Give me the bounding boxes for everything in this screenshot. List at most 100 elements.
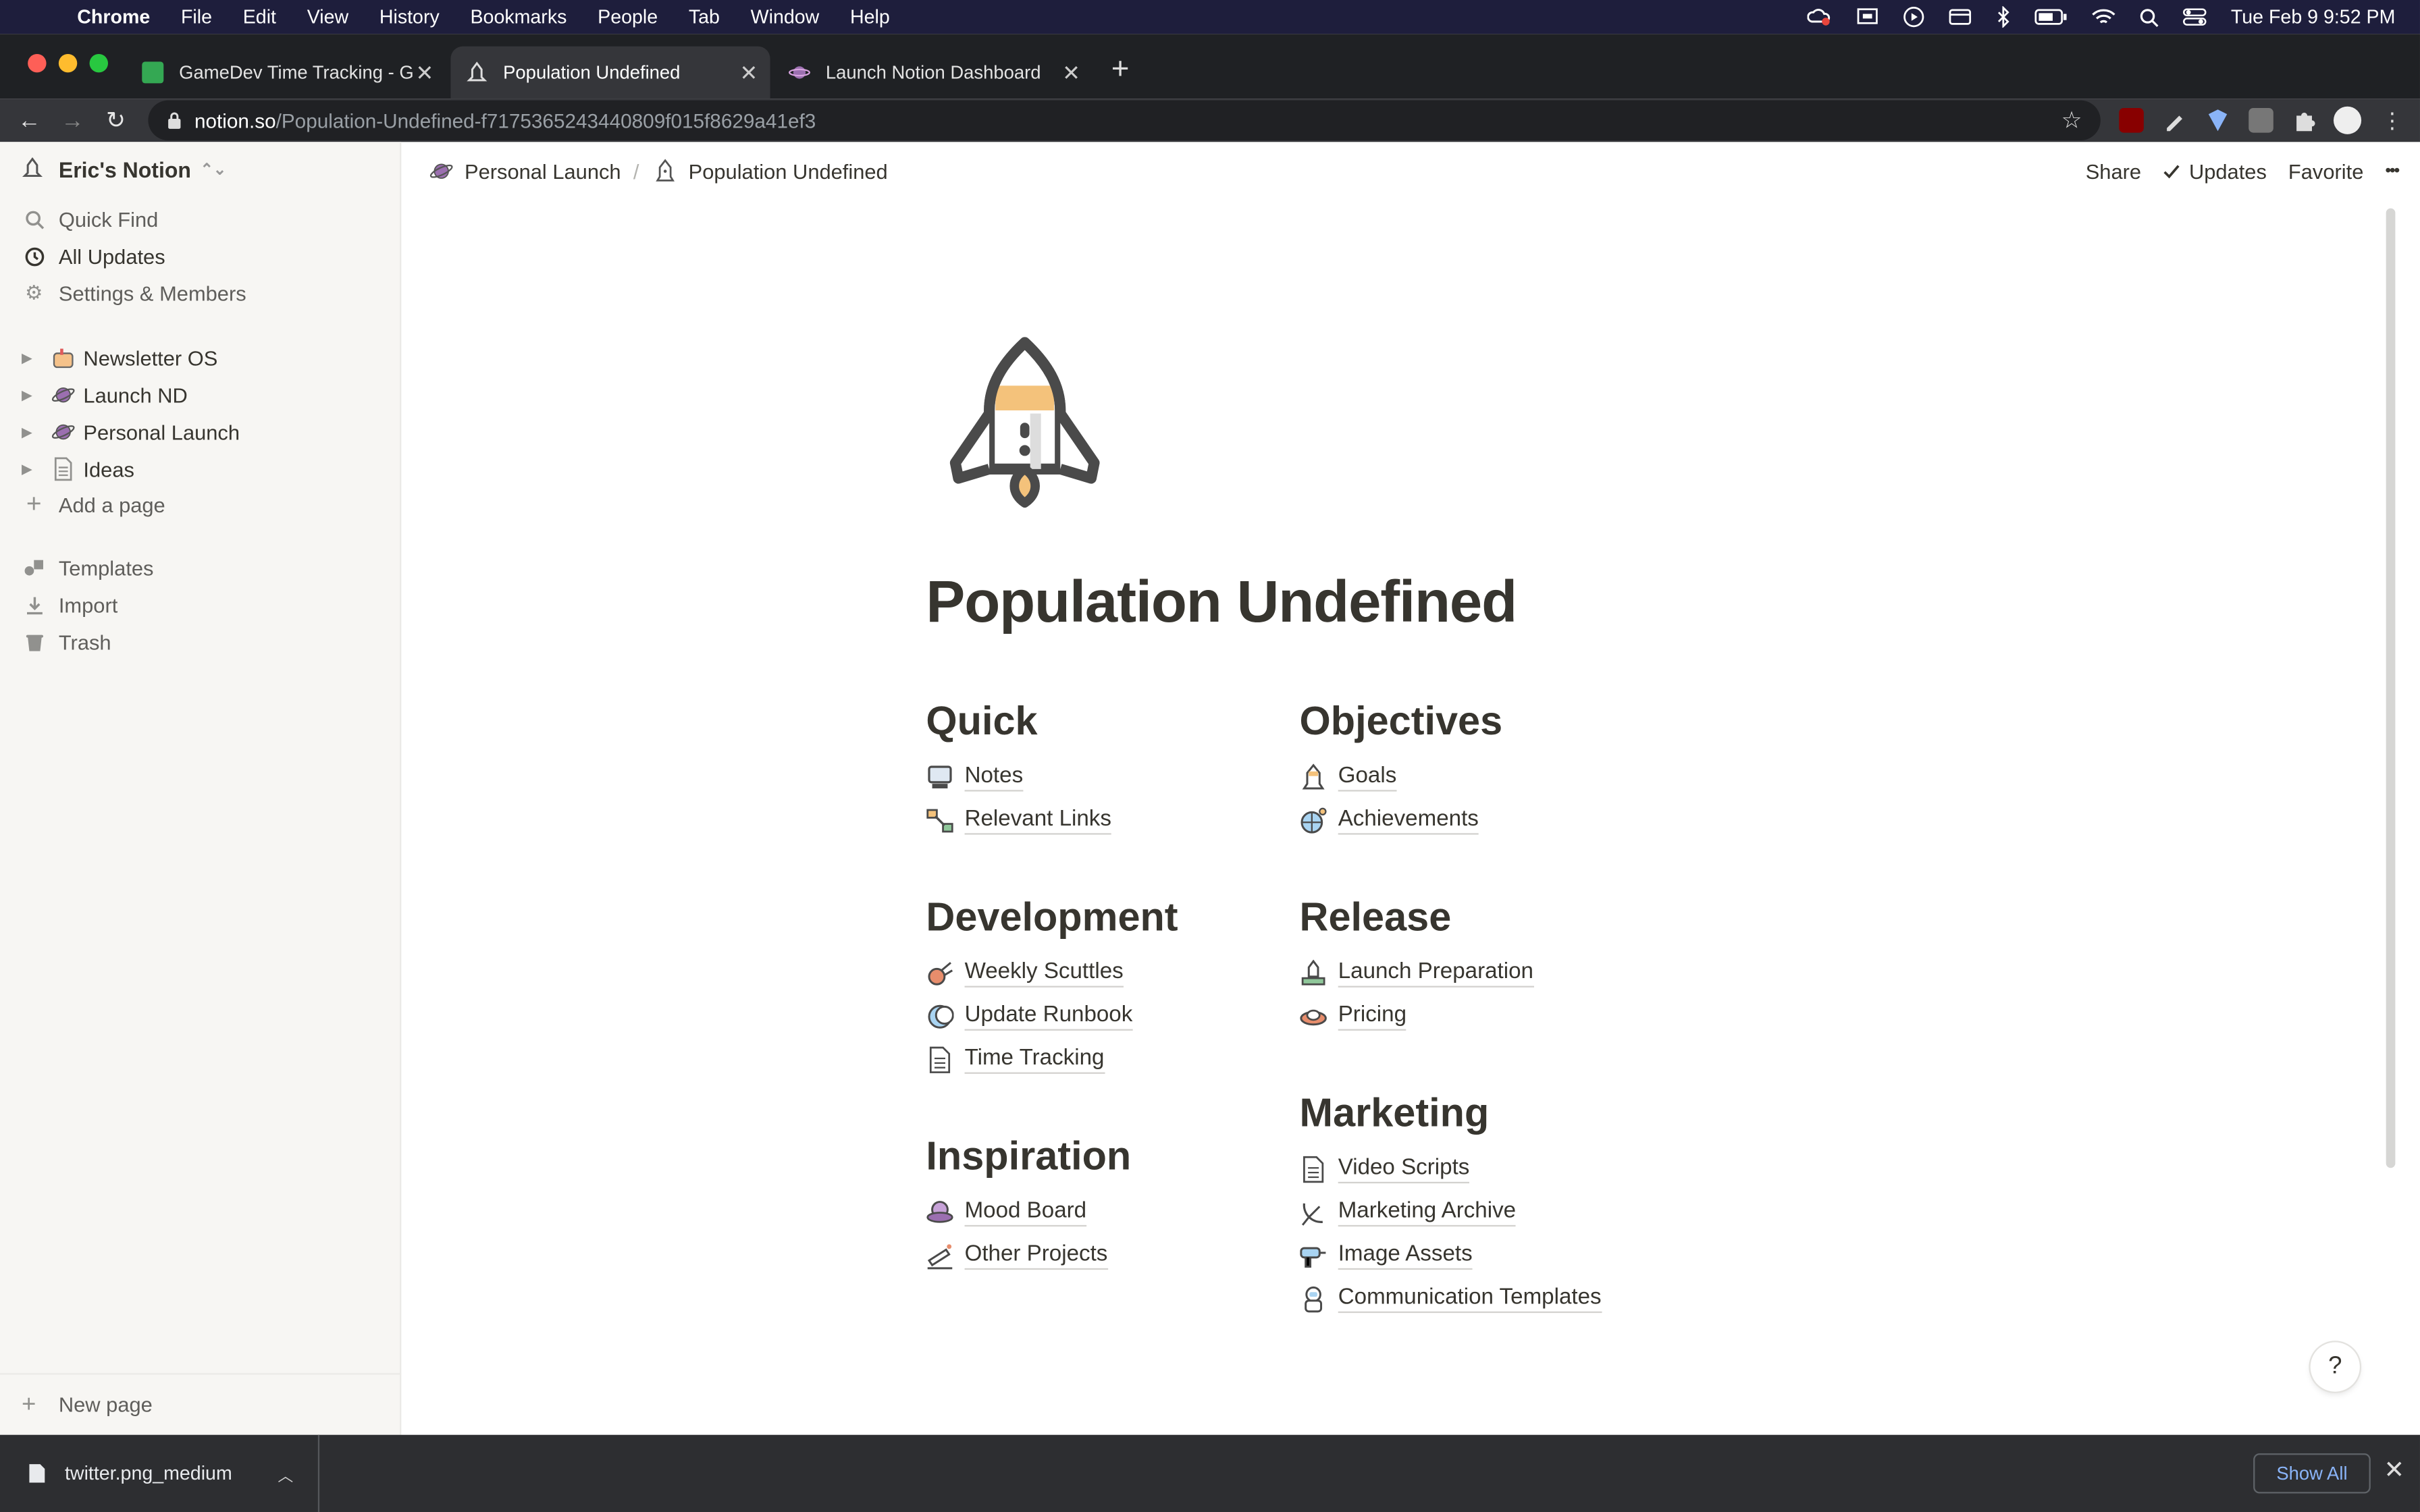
clock-icon (22, 244, 47, 269)
sidebar-item-quick-find[interactable]: Quick Find (22, 202, 158, 236)
plus-icon: + (26, 489, 42, 518)
lock-icon[interactable] (167, 111, 182, 130)
creative-cloud-icon[interactable] (1808, 7, 1833, 26)
sidebar-item-all-updates[interactable]: All Updates (22, 239, 165, 273)
download-item[interactable]: twitter.png_medium ︿ (0, 1434, 320, 1512)
breadcrumb-population-undefined[interactable]: Population Undefined (652, 157, 888, 185)
bookmark-star-icon[interactable]: ☆ (2061, 107, 2082, 134)
link-image-assets[interactable]: Image Assets (1300, 1237, 1473, 1274)
new-tab-button[interactable]: + (1111, 53, 1130, 88)
menu-help[interactable]: Help (850, 6, 890, 28)
sidebar-item-trash[interactable]: Trash (22, 625, 111, 659)
close-tab-icon[interactable]: ✕ (415, 59, 433, 86)
more-options-button[interactable]: ••• (2385, 162, 2400, 180)
spotlight-search-icon[interactable] (2140, 7, 2160, 27)
menu-app-name[interactable]: Chrome (77, 6, 150, 28)
planet-icon (427, 157, 455, 185)
menu-bookmarks[interactable]: Bookmarks (470, 6, 567, 28)
card-icon[interactable] (1949, 7, 1974, 26)
screen-mirror-icon[interactable] (1856, 7, 1880, 26)
menu-people[interactable]: People (598, 6, 658, 28)
link-goals[interactable]: Goals (1300, 759, 1397, 796)
chrome-menu-icon[interactable]: ⋮ (2382, 108, 2406, 133)
expand-triangle-icon[interactable]: ▶ (22, 460, 40, 477)
add-page-button[interactable]: + Add a page (22, 487, 165, 521)
address-bar[interactable]: notion.so /Population-Undefined-f7175365… (148, 100, 2101, 140)
show-all-button[interactable]: Show All (2253, 1453, 2371, 1494)
scrollbar[interactable] (2386, 208, 2396, 1168)
menubar-clock[interactable]: Tue Feb 9 9:52 PM (2231, 6, 2396, 28)
sidebar-page-newsletter-os[interactable]: ▶ Newsletter OS (22, 341, 217, 375)
sidebar-item-import[interactable]: Import (22, 588, 117, 622)
menu-tab[interactable]: Tab (689, 6, 720, 28)
expand-triangle-icon[interactable]: ▶ (22, 423, 40, 440)
minimize-window-button[interactable] (58, 53, 78, 73)
link-weekly-scuttles[interactable]: Weekly Scuttles (926, 955, 1124, 992)
close-tab-icon[interactable]: ✕ (739, 59, 758, 86)
shield-extension-icon[interactable] (2205, 108, 2230, 133)
help-button[interactable]: ? (2310, 1342, 2360, 1392)
favorite-button[interactable]: Favorite (2288, 160, 2363, 183)
menu-window[interactable]: Window (751, 6, 820, 28)
breadcrumb-personal-launch[interactable]: Personal Launch (427, 157, 621, 185)
zoom-window-button[interactable] (89, 53, 108, 73)
workspace-switcher[interactable]: Eric's Notion ⌃⌄ (22, 157, 226, 182)
back-icon[interactable]: ← (7, 107, 51, 134)
grey-extension-icon[interactable] (2248, 107, 2273, 133)
forward-icon[interactable]: → (51, 107, 94, 134)
play-icon[interactable] (1903, 6, 1925, 28)
updates-button[interactable]: Updates (2163, 160, 2267, 183)
expand-triangle-icon[interactable]: ▶ (22, 350, 40, 367)
sidebar-page-label: Launch ND (83, 383, 188, 407)
menu-file[interactable]: File (181, 6, 212, 28)
link-relevant-links[interactable]: Relevant Links (926, 803, 1111, 840)
link-marketing-archive[interactable]: Marketing Archive (1300, 1194, 1517, 1231)
tab-launch-notion-dashboard[interactable]: Launch Notion Dashboard ✕ (773, 47, 1093, 99)
sidebar-page-launch-nd[interactable]: ▶ Launch ND (22, 378, 188, 412)
link-notes[interactable]: Notes (926, 759, 1024, 796)
link-label: Communication Templates (1338, 1285, 1602, 1314)
link-time-tracking[interactable]: Time Tracking (926, 1042, 1105, 1079)
sidebar-item-label: Trash (58, 630, 111, 653)
link-launch-preparation[interactable]: Launch Preparation (1300, 955, 1534, 992)
sidebar-item-templates[interactable]: Templates (22, 551, 153, 585)
reload-icon[interactable]: ↻ (94, 107, 137, 134)
chevron-up-icon[interactable]: ︿ (278, 1462, 293, 1485)
control-center-icon[interactable] (2183, 7, 2208, 26)
close-icon[interactable]: ✕ (2384, 1455, 2404, 1486)
page-title[interactable]: Population Undefined (926, 571, 1517, 637)
menu-edit[interactable]: Edit (243, 6, 276, 28)
new-page-button[interactable]: + New page (0, 1373, 402, 1434)
rocket-icon[interactable] (943, 336, 1107, 515)
page-icon (926, 1046, 953, 1074)
close-window-button[interactable] (28, 53, 47, 73)
tab-title: Launch Notion Dashboard (825, 61, 1041, 84)
link-update-runbook[interactable]: Update Runbook (926, 998, 1133, 1035)
tab-title: GameDev Time Tracking - Goo (179, 61, 414, 84)
share-button[interactable]: Share (2086, 160, 2141, 183)
rocket-icon (652, 157, 679, 185)
ublock-extension-icon[interactable] (2119, 107, 2144, 133)
bluetooth-icon[interactable] (1996, 6, 2011, 28)
link-video-scripts[interactable]: Video Scripts (1300, 1151, 1470, 1188)
link-mood-board[interactable]: Mood Board (926, 1194, 1087, 1231)
link-achievements[interactable]: Achievements (1300, 803, 1479, 840)
sidebar-page-ideas[interactable]: ▶ Ideas (22, 452, 134, 486)
tab-gamedev-time-tracking[interactable]: GameDev Time Tracking - Goo ✕ (126, 47, 446, 99)
pen-extension-icon[interactable] (2162, 108, 2187, 133)
link-other-projects[interactable]: Other Projects (926, 1237, 1108, 1274)
expand-triangle-icon[interactable]: ▶ (22, 387, 40, 404)
puzzle-extensions-icon[interactable] (2292, 108, 2317, 133)
link-communication-templates[interactable]: Communication Templates (1300, 1280, 1602, 1318)
battery-icon[interactable] (2035, 7, 2069, 26)
menu-view[interactable]: View (307, 6, 348, 28)
close-tab-icon[interactable]: ✕ (1062, 59, 1080, 86)
download-bar: twitter.png_medium ︿ Show All ✕ (0, 1434, 2420, 1512)
wifi-icon[interactable] (2092, 7, 2117, 26)
menu-history[interactable]: History (379, 6, 440, 28)
link-pricing[interactable]: Pricing (1300, 998, 1407, 1035)
sidebar-item-settings[interactable]: ⚙ Settings & Members (22, 276, 246, 310)
tab-population-undefined[interactable]: Population Undefined ✕ (450, 46, 770, 99)
profile-avatar[interactable] (2333, 106, 2362, 134)
sidebar-page-personal-launch[interactable]: ▶ Personal Launch (22, 415, 240, 449)
